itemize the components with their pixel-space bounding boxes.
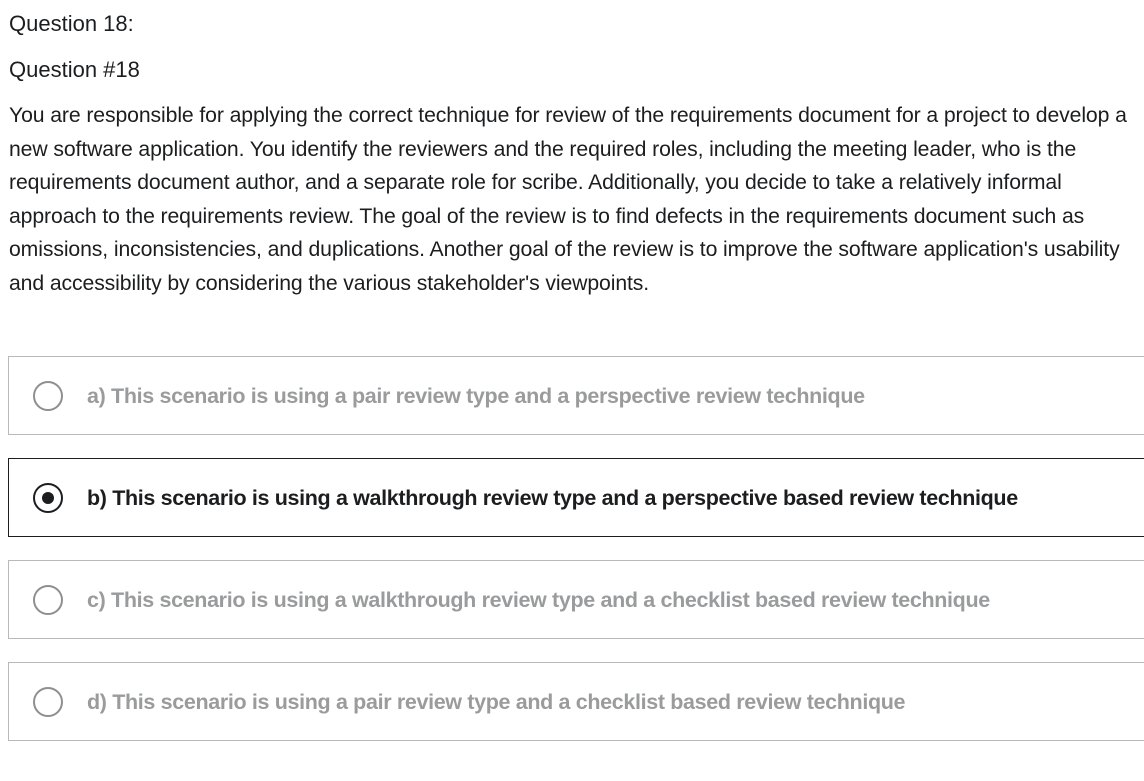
- answer-option-label: a) This scenario is using a pair review …: [87, 384, 865, 408]
- answer-option-b[interactable]: b) This scenario is using a walkthrough …: [8, 458, 1144, 537]
- answer-option-label: d) This scenario is using a pair review …: [87, 690, 906, 714]
- question-text: You are responsible for applying the cor…: [9, 104, 1127, 295]
- answer-option-label: c) This scenario is using a walkthrough …: [87, 588, 990, 612]
- question-number: Question #18: [9, 57, 140, 82]
- radio-unselected-icon[interactable]: [33, 381, 63, 411]
- answer-option-a[interactable]: a) This scenario is using a pair review …: [8, 356, 1144, 435]
- answer-option-label: b) This scenario is using a walkthrough …: [87, 486, 1018, 510]
- answer-option-c[interactable]: c) This scenario is using a walkthrough …: [8, 560, 1144, 639]
- radio-unselected-icon[interactable]: [33, 687, 63, 717]
- answer-option-d[interactable]: d) This scenario is using a pair review …: [8, 662, 1144, 741]
- answer-options: a) This scenario is using a pair review …: [8, 356, 1144, 764]
- radio-dot-icon: [42, 492, 54, 504]
- question-title: Question 18:: [9, 11, 134, 36]
- radio-unselected-icon[interactable]: [33, 585, 63, 615]
- radio-selected-icon[interactable]: [33, 483, 63, 513]
- quiz-page: Question 18: Question #18 You are respon…: [0, 0, 1144, 781]
